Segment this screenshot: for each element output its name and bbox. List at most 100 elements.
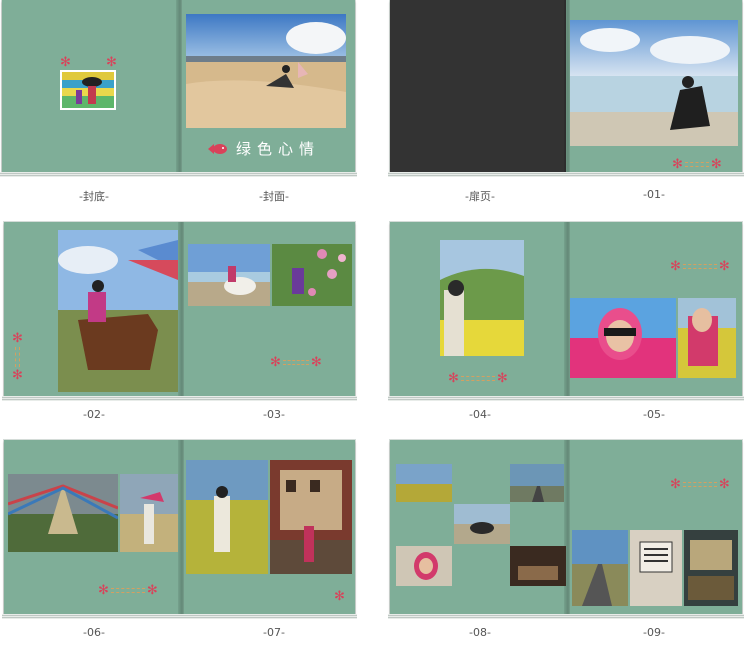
spread-cover[interactable]: ✻ ✻ 绿色心情 [0,0,357,177]
page-05-photo-2[interactable] [678,298,736,378]
label-06: -06- [83,626,105,639]
flower-icon: ✻ [334,589,345,604]
page-08-photo-5[interactable] [510,546,566,586]
dotted-line [682,264,717,269]
spread-08-09[interactable]: ✻ ✻ [388,440,744,619]
flower-icon: ✻ [270,355,281,370]
title-page [390,0,566,172]
label-08: -08- [469,626,491,639]
sign-photo [630,530,682,606]
page-03-photo-2[interactable] [272,244,352,306]
dotted-line [682,482,717,487]
dotted-line [684,162,709,167]
page-09-photo-3[interactable] [684,530,738,606]
page-01-deco: ✻ ✻ [672,158,722,171]
market-photo [684,530,738,606]
yellow-field-photo [678,298,736,378]
page-09-photo-2[interactable] [630,530,682,606]
yak-lake-photo [454,504,510,544]
page-07-photo-2[interactable] [270,460,352,574]
field-photo [440,240,524,356]
page-stack [388,396,744,401]
page-08-photo-4[interactable] [396,546,452,586]
page-02-photo[interactable] [58,230,178,392]
page-06-photo-2[interactable] [120,474,178,552]
canola-photo [186,460,268,574]
page-stack [2,396,357,401]
lake-photo [570,20,738,146]
flower-icon: ✻ [12,368,23,383]
page-02-deco: ✻ ✻ [12,332,23,382]
page-04-photo[interactable] [440,240,524,356]
fish-icon [208,143,227,154]
flower-icon: ✻ [98,583,109,598]
back-cover-deco-right: ✻ [106,56,117,69]
flower-icon: ✻ [448,371,459,386]
flower-icon: ✻ [146,583,158,598]
page-08-photo-1[interactable] [396,464,452,502]
flower-icon: ✻ [670,477,681,492]
dotted-line [110,588,145,593]
dotted-line [460,376,495,381]
label-05: -05- [643,408,665,421]
page-07-deco: ✻ [334,590,345,603]
flower-icon: ✻ [496,371,508,386]
page-05-photo-1[interactable] [570,298,676,378]
page-07-photo-1[interactable] [186,460,268,574]
page-09-photo-1[interactable] [572,530,628,606]
label-04: -04- [469,408,491,421]
page-08-photo-3[interactable] [454,504,510,544]
cover-photo[interactable] [186,14,346,128]
scarf-photo [120,474,178,552]
people-photo [62,72,114,108]
page-04-deco: ✻ ✻ [448,372,508,385]
yak-photo [188,244,270,306]
dotted-line [14,347,20,367]
label-02: -02- [83,408,105,421]
page-stack [0,172,357,177]
page-01-photo[interactable] [570,20,738,146]
page-stack [388,614,744,619]
meadow-photo [396,464,452,502]
flower-icon: ✻ [672,157,683,172]
label-07: -07- [263,626,285,639]
spread-04-05[interactable]: ✻ ✻ ✻ ✻ [388,222,744,401]
page-06-deco: ✻ ✻ [98,584,158,597]
desert-photo [186,14,346,128]
page-05-deco: ✻ ✻ [670,260,730,273]
flower-icon: ✻ [718,477,730,492]
street-photo [270,460,352,574]
page-stack [2,614,357,619]
label-cover: -封面- [259,190,289,203]
dotted-line [282,360,309,365]
horse-photo [58,230,178,392]
page-03-photo-1[interactable] [188,244,270,306]
flowers-photo [272,244,352,306]
flower-icon: ✻ [106,55,117,70]
road-photo [510,464,564,502]
page-06-photo-1[interactable] [8,474,118,552]
prayer-flags-photo [8,474,118,552]
label-03: -03- [263,408,285,421]
cafe-photo [510,546,566,586]
back-cover-photo[interactable] [60,70,116,110]
page-stack [388,172,744,177]
spread-title-01[interactable]: ✻ ✻ [388,0,744,177]
page-03-deco: ✻ ✻ [270,356,322,369]
label-01: -01- [643,188,665,201]
flower-icon: ✻ [310,355,322,370]
spread-02-03[interactable]: ✻ ✻ ✻ ✻ [2,222,357,401]
flower-icon: ✻ [12,331,23,346]
back-cover-deco: ✻ [60,56,71,69]
cover-title-row: 绿色心情 [206,138,320,159]
spread-06-07[interactable]: ✻ ✻ ✻ [2,440,357,619]
page-09-deco: ✻ ✻ [670,478,730,491]
portrait-photo [570,298,676,378]
flower-icon: ✻ [718,259,730,274]
flower-icon: ✻ [60,55,71,70]
flower-icon: ✻ [670,259,681,274]
label-back-cover: -封底- [79,190,109,203]
page-08-photo-2[interactable] [510,464,564,502]
selfie-photo [396,546,452,586]
roadside-photo [572,530,628,606]
